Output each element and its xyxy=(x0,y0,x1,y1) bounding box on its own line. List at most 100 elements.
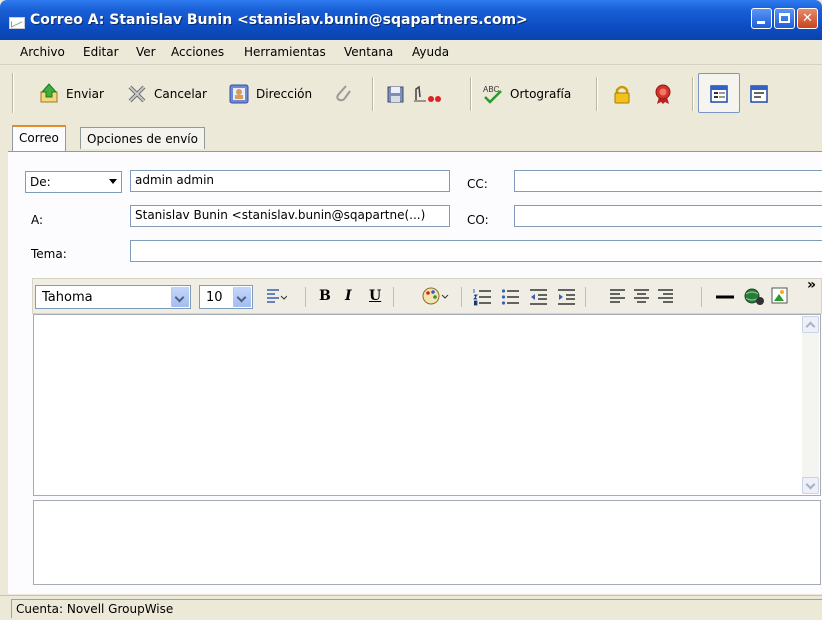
toolbar-separator xyxy=(692,77,694,111)
insert-link-icon[interactable] xyxy=(743,286,765,310)
close-icon: ✕ xyxy=(802,11,813,26)
menu-acciones[interactable]: Acciones xyxy=(171,45,224,59)
window-title: Correo A: Stanislav Bunin <stanislav.bun… xyxy=(30,12,528,28)
maximize-icon xyxy=(779,13,790,23)
bcc-label: CO: xyxy=(467,213,489,227)
save-icon xyxy=(384,83,406,105)
minimize-button[interactable] xyxy=(751,8,772,29)
mail-view-icon xyxy=(708,83,730,105)
align-right-icon[interactable] xyxy=(657,288,675,310)
toolbar-grip xyxy=(12,73,14,113)
subject-label: Tema: xyxy=(31,247,67,261)
cc-label: CC: xyxy=(467,177,488,191)
italic-button[interactable]: I xyxy=(345,288,352,304)
lock-icon xyxy=(611,83,633,105)
to-label: A: xyxy=(31,213,44,227)
format-toolbar: Tahoma 10 B I U » xyxy=(32,277,822,314)
cancel-button[interactable]: Cancelar xyxy=(126,82,207,106)
spell-check-icon: ABC xyxy=(482,83,504,105)
chevron-down-icon[interactable] xyxy=(171,287,189,307)
bold-button[interactable]: B xyxy=(319,288,331,304)
format-separator xyxy=(701,287,702,307)
tab-opciones-envio[interactable]: Opciones de envío xyxy=(80,127,205,149)
scroll-up-button[interactable] xyxy=(802,316,819,333)
cancel-icon xyxy=(126,83,148,105)
title-bar[interactable]: Correo A: Stanislav Bunin <stanislav.bun… xyxy=(0,0,822,40)
cc-field[interactable] xyxy=(514,170,822,192)
menu-editar[interactable]: Editar xyxy=(83,45,119,59)
account-status: Cuenta: Novell GroupWise xyxy=(11,599,822,618)
align-center-icon[interactable] xyxy=(633,288,651,310)
address-book-icon xyxy=(228,83,250,105)
attach-button[interactable] xyxy=(332,82,354,106)
spell-check-label: Ortografía xyxy=(510,87,572,101)
save-draft-button[interactable] xyxy=(384,82,406,106)
tab-correo[interactable]: Correo xyxy=(12,125,66,151)
signature-icon xyxy=(412,83,442,105)
font-family-value: Tahoma xyxy=(42,290,93,305)
compose-window: Correo A: Stanislav Bunin <stanislav.bun… xyxy=(0,0,822,620)
minimize-icon xyxy=(757,21,765,24)
horizontal-rule-icon[interactable] xyxy=(715,288,735,310)
align-left-icon[interactable] xyxy=(609,288,627,310)
numbered-list-icon[interactable] xyxy=(473,288,493,310)
send-icon xyxy=(38,83,60,105)
tab-strip: Correo Opciones de envío xyxy=(0,125,822,151)
chevron-down-icon[interactable] xyxy=(233,287,251,307)
paragraph-style-icon[interactable] xyxy=(265,288,288,308)
text-color-icon[interactable] xyxy=(421,285,449,311)
toolbar-separator xyxy=(372,77,374,111)
format-separator xyxy=(585,287,586,307)
bullet-list-icon[interactable] xyxy=(501,288,521,310)
format-separator xyxy=(393,287,394,307)
status-bar: Cuenta: Novell GroupWise xyxy=(0,595,822,620)
chevron-down-icon xyxy=(109,179,117,184)
close-button[interactable]: ✕ xyxy=(797,8,818,29)
paperclip-icon xyxy=(332,83,354,105)
from-select[interactable]: De: xyxy=(25,171,122,193)
font-size-select[interactable]: 10 xyxy=(199,285,253,309)
scroll-down-button[interactable] xyxy=(802,477,819,494)
toolbar: Enviar Cancelar Dirección ABC Ortografía xyxy=(0,65,822,123)
from-field[interactable]: admin admin xyxy=(130,170,450,192)
menu-archivo[interactable]: Archivo xyxy=(20,45,65,59)
view-alternate-button[interactable] xyxy=(748,82,770,106)
scrollbar[interactable] xyxy=(802,316,819,494)
from-select-label: De: xyxy=(30,175,51,189)
format-separator xyxy=(305,287,306,307)
form-view-icon xyxy=(748,83,770,105)
format-separator xyxy=(461,287,462,307)
indent-icon[interactable] xyxy=(557,288,577,310)
envelope-icon xyxy=(9,17,25,29)
menu-herramientas[interactable]: Herramientas xyxy=(244,45,326,59)
send-label: Enviar xyxy=(66,87,104,101)
address-book-button[interactable]: Dirección xyxy=(228,82,312,106)
underline-button[interactable]: U xyxy=(369,288,381,304)
font-size-value: 10 xyxy=(206,290,223,305)
attachments-pane[interactable] xyxy=(33,500,821,585)
menu-ayuda[interactable]: Ayuda xyxy=(412,45,449,59)
encrypt-button[interactable] xyxy=(611,82,633,106)
bcc-field[interactable] xyxy=(514,205,822,227)
font-family-select[interactable]: Tahoma xyxy=(35,285,191,309)
address-book-label: Dirección xyxy=(256,87,313,101)
outdent-icon[interactable] xyxy=(529,288,549,310)
toolbar-overflow-button[interactable]: » xyxy=(807,277,816,293)
menu-ventana[interactable]: Ventana xyxy=(344,45,393,59)
send-button[interactable]: Enviar xyxy=(38,82,104,106)
insert-image-icon[interactable] xyxy=(771,287,789,309)
spell-check-icon-text: ABC xyxy=(483,85,500,94)
message-body-editor[interactable] xyxy=(33,314,821,496)
subject-field[interactable] xyxy=(130,240,822,262)
view-mail-button[interactable] xyxy=(708,82,730,106)
spell-check-button[interactable]: ABC Ortografía xyxy=(482,82,571,106)
menu-ver[interactable]: Ver xyxy=(136,45,156,59)
digital-sign-button[interactable] xyxy=(652,82,674,106)
toolbar-separator xyxy=(470,77,472,111)
seal-icon xyxy=(652,83,674,105)
maximize-button[interactable] xyxy=(774,8,795,29)
cancel-label: Cancelar xyxy=(154,87,207,101)
menu-bar: Archivo Editar Ver Acciones Herramientas… xyxy=(0,40,822,65)
to-field[interactable]: Stanislav Bunin <stanislav.bunin@sqapart… xyxy=(130,205,450,227)
signature-button[interactable] xyxy=(412,82,442,106)
